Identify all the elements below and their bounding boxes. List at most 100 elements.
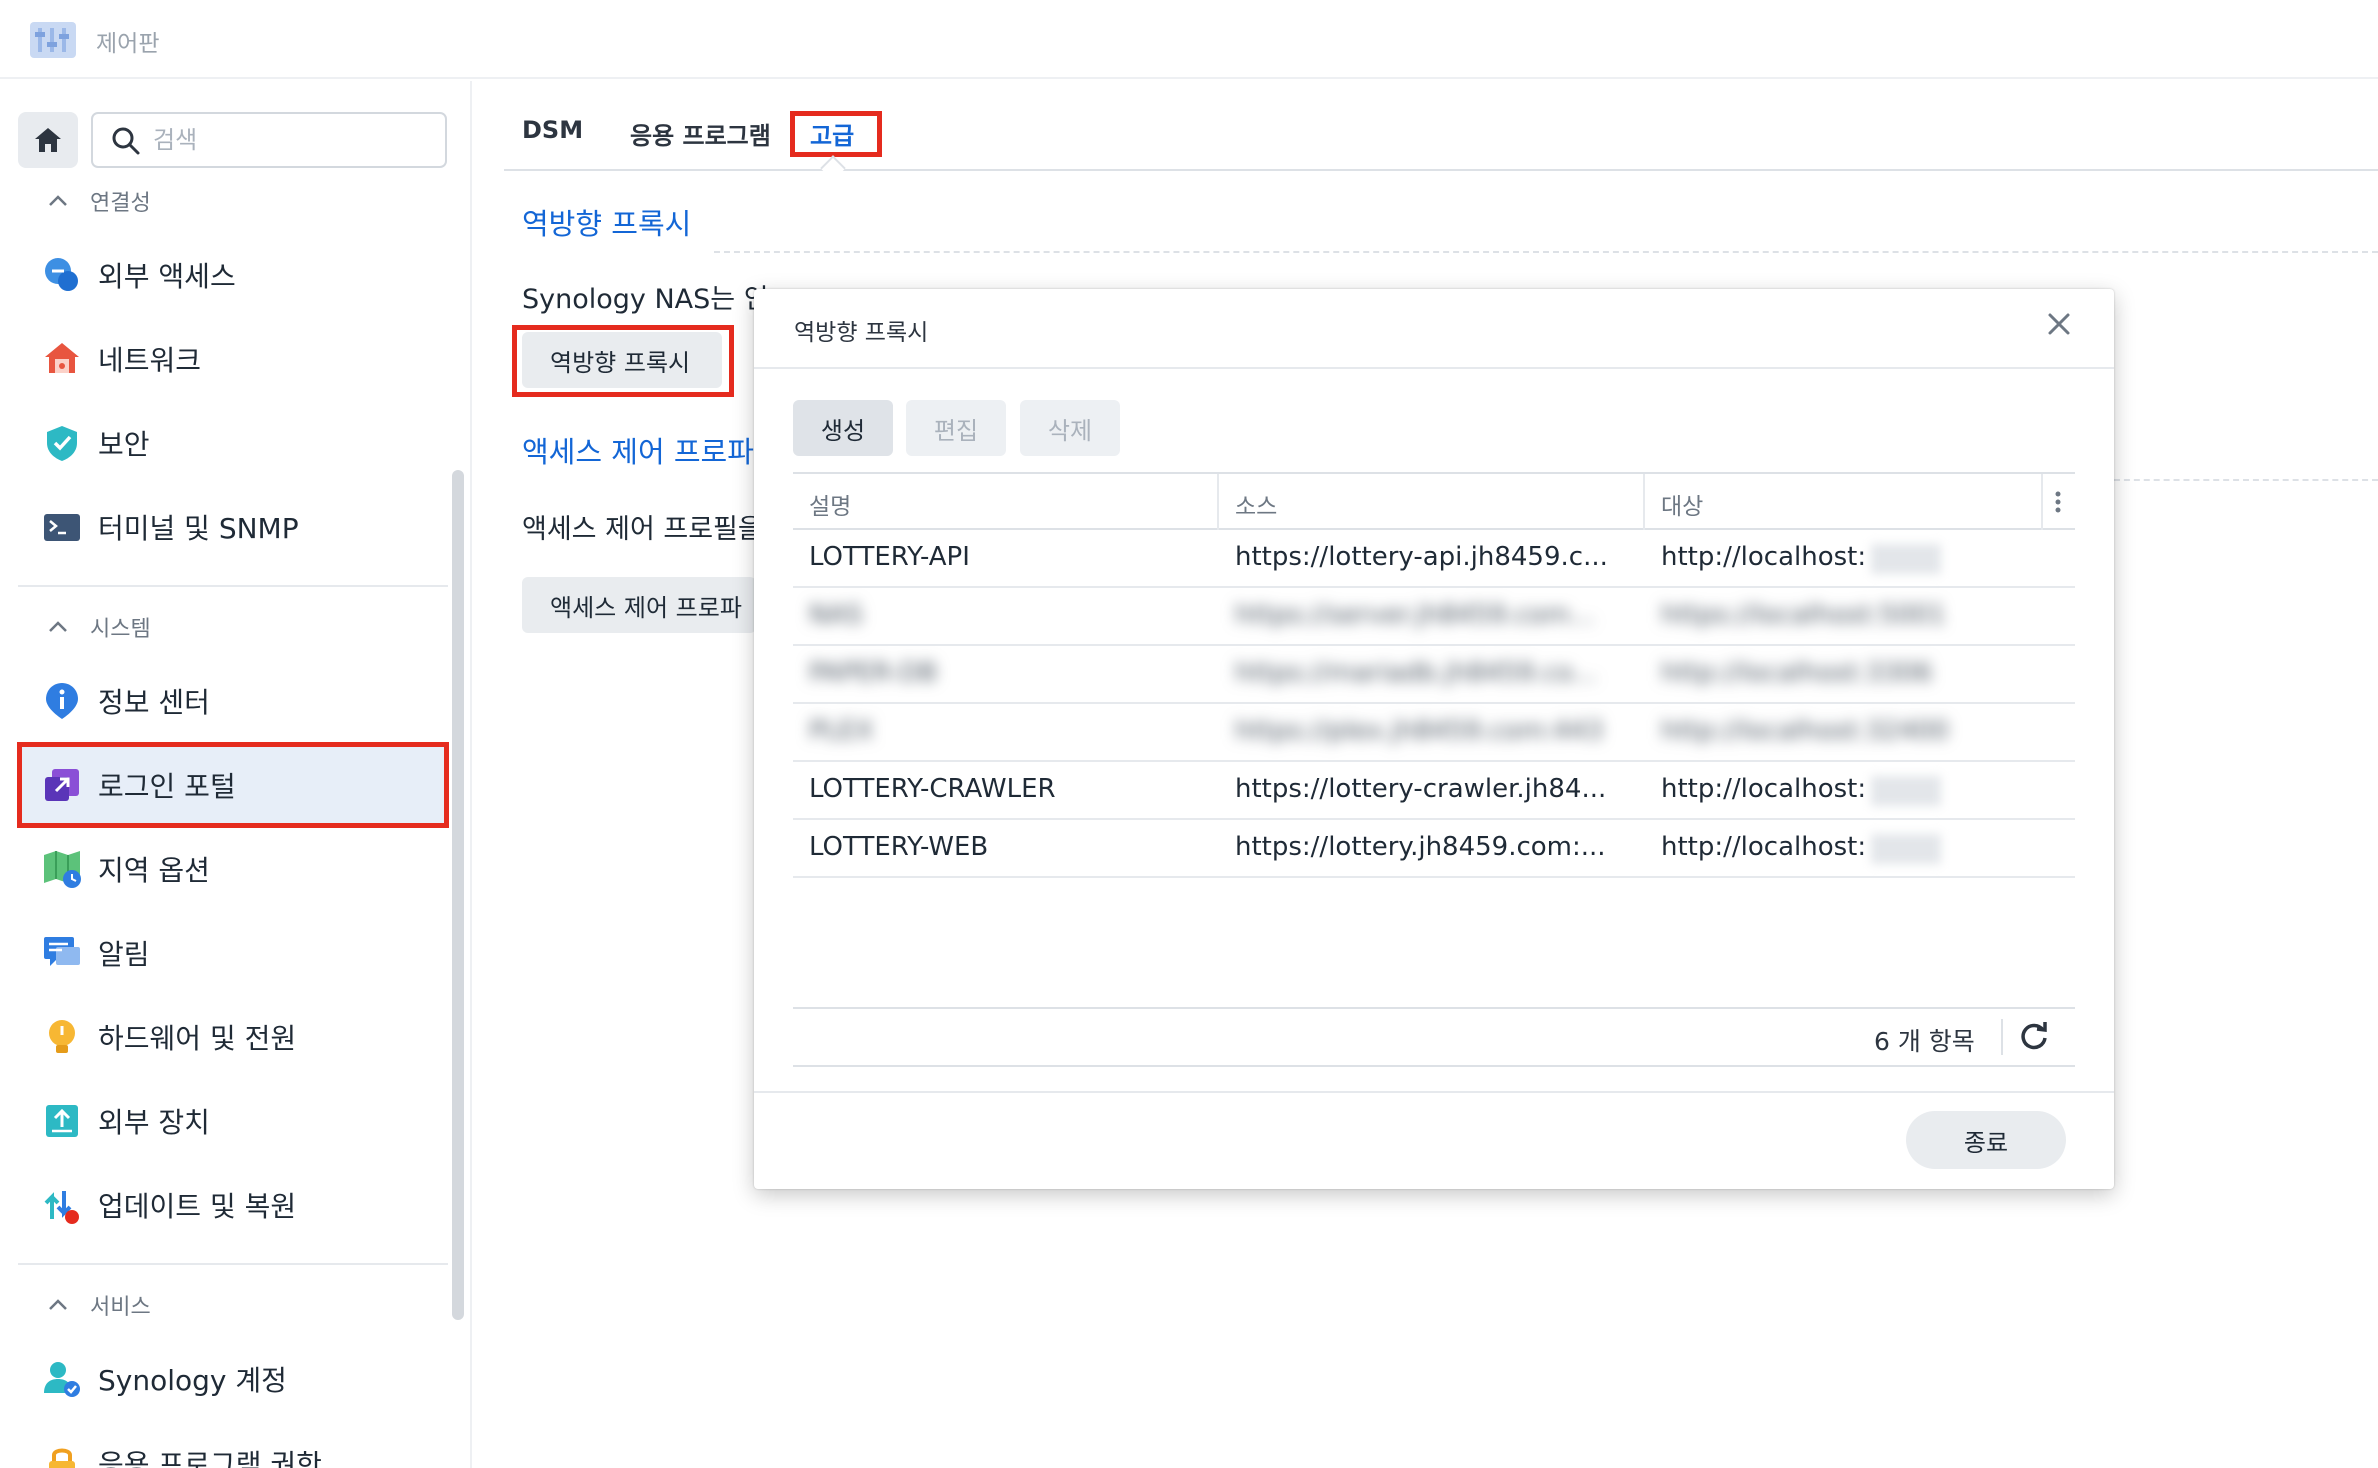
column-separator [1643, 474, 1645, 530]
sidebar-item-label: 하드웨어 및 전원 [98, 1022, 297, 1055]
section-divider [18, 1263, 448, 1265]
redacted-port [1871, 834, 1941, 864]
sidebar-item-external-devices[interactable]: 외부 장치 [20, 1081, 446, 1161]
regional-options-icon [40, 847, 84, 891]
reverse-proxy-section-title: 역방향 프록시 [522, 207, 692, 241]
sidebar-item-label: 터미널 및 SNMP [98, 512, 299, 545]
sidebar-item-security[interactable]: 보안 [20, 403, 446, 483]
tab-dsm[interactable]: DSM [522, 116, 583, 144]
access-control-section-title: 액세스 제어 프로파 [522, 435, 754, 469]
close-icon[interactable] [2044, 309, 2074, 339]
delete-button[interactable]: 삭제 [1020, 400, 1120, 456]
terminal-icon [40, 505, 84, 549]
edit-button[interactable]: 편집 [906, 400, 1006, 456]
sidebar-item-synology-account[interactable]: Synology 계정 [20, 1339, 446, 1419]
search-icon [112, 127, 140, 155]
cell-destination: http://localhost: [1661, 774, 1867, 804]
sidebar-item-hardware-power[interactable]: 하드웨어 및 전원 [20, 997, 446, 1077]
table-row[interactable]: LOTTERY-API https://lottery-api.jh8459.c… [793, 530, 2075, 588]
section-header-services[interactable]: 서비스 [48, 1287, 151, 1323]
section-header-system[interactable]: 시스템 [48, 609, 151, 645]
close-dialog-button[interactable]: 종료 [1906, 1111, 2066, 1169]
sidebar-item-regional-options[interactable]: 지역 옵션 [20, 829, 446, 909]
table-row[interactable]: PLEX https://plex.jh8459.com:443 http://… [793, 704, 2075, 762]
column-header-destination[interactable]: 대상 [1661, 487, 1703, 521]
search-input[interactable] [153, 122, 433, 158]
sidebar-item-label: 정보 센터 [98, 686, 210, 719]
column-header-description[interactable]: 설명 [809, 487, 851, 521]
info-icon [40, 679, 84, 723]
cell-source: https://server.jh8459.com... [1235, 600, 1595, 630]
access-control-profile-button[interactable]: 액세스 제어 프로파 [522, 577, 756, 633]
sidebar-item-external-access[interactable]: 외부 액세스 [20, 235, 446, 315]
network-icon [40, 337, 84, 381]
search-box[interactable] [91, 112, 447, 168]
refresh-icon[interactable] [2018, 1020, 2050, 1052]
chevron-up-icon [49, 195, 67, 206]
table-row[interactable]: NAS https://server.jh8459.com... https:/… [793, 588, 2075, 646]
cell-description: LOTTERY-WEB [809, 832, 989, 862]
reverse-proxy-dialog: 역방향 프록시 생성 편집 삭제 설명 소스 대상 LOTTERY-API ht… [754, 289, 2114, 1189]
access-control-description: 액세스 제어 프로필을 [522, 514, 763, 545]
table-header: 설명 소스 대상 [793, 472, 2075, 530]
control-panel-icon [28, 16, 78, 62]
section-divider [18, 585, 448, 587]
home-icon [35, 128, 61, 152]
dialog-header-divider [754, 367, 2114, 369]
sidebar-item-label: 응용 프로그램 권한 [98, 1448, 322, 1468]
table-row[interactable]: LOTTERY-CRAWLER https://lottery-crawler.… [793, 762, 2075, 820]
sidebar-item-label: 지역 옵션 [98, 854, 210, 887]
redacted-port [1871, 776, 1941, 806]
item-count: 6 개 항목 [1874, 1027, 1975, 1056]
column-separator [2041, 474, 2043, 530]
cell-source: https://mariadb.jh8459.co... [1235, 658, 1598, 688]
update-restore-icon [40, 1183, 84, 1227]
cell-description: PLEX [809, 716, 874, 746]
sidebar-item-terminal-snmp[interactable]: 터미널 및 SNMP [20, 487, 446, 567]
cell-destination: https://localhost:5001 [1661, 600, 1946, 630]
redacted-port [1871, 544, 1941, 574]
app-header: 제어판 [0, 0, 2378, 79]
section-header-connectivity[interactable]: 연결성 [48, 183, 151, 219]
cell-description: LOTTERY-API [809, 542, 970, 572]
cell-description: PAPER-DB [809, 658, 938, 688]
cell-destination: http://localhost: [1661, 832, 1867, 862]
tab-highlight-box [790, 111, 882, 157]
sidebar-item-label: Synology 계정 [98, 1364, 287, 1397]
table-row[interactable]: PAPER-DB https://mariadb.jh8459.co... ht… [793, 646, 2075, 704]
external-devices-icon [40, 1099, 84, 1143]
table-row[interactable]: LOTTERY-WEB https://lottery.jh8459.com:.… [793, 820, 2075, 878]
sidebar-item-app-privileges[interactable]: 응용 프로그램 권한 [20, 1423, 446, 1468]
sidebar-scrollbar[interactable] [452, 470, 464, 1320]
app-title: 제어판 [96, 31, 160, 57]
home-button[interactable] [18, 112, 78, 168]
button-highlight-box [512, 325, 734, 397]
section-divider-line [714, 251, 2378, 253]
cell-destination: http://localhost:32400 [1661, 716, 1949, 746]
sidebar-item-login-portal[interactable]: 로그인 포털 [17, 742, 449, 828]
tab-underline [504, 169, 2378, 171]
create-button[interactable]: 생성 [793, 400, 893, 456]
notification-icon [40, 931, 84, 975]
section-label: 연결성 [90, 191, 151, 216]
sidebar-item-label: 외부 장치 [98, 1106, 210, 1139]
tab-applications[interactable]: 응용 프로그램 [630, 116, 771, 151]
column-menu-icon[interactable] [2048, 488, 2068, 520]
sidebar-item-update-restore[interactable]: 업데이트 및 복원 [20, 1165, 446, 1245]
security-shield-icon [40, 421, 84, 465]
column-separator [1217, 474, 1219, 530]
sidebar: 연결성 외부 액세스 네트워크 보안 터미널 및 SNMP 시스템 정보 센터 [0, 81, 472, 1468]
chevron-up-icon [49, 1299, 67, 1310]
sidebar-item-label: 네트워크 [98, 344, 202, 377]
column-header-source[interactable]: 소스 [1235, 487, 1277, 521]
cell-destination: http://localhost:3306 [1661, 658, 1933, 688]
sidebar-item-info-center[interactable]: 정보 센터 [20, 661, 446, 741]
cell-source: https://lottery.jh8459.com:... [1235, 832, 1606, 862]
sidebar-item-label: 로그인 포털 [98, 770, 236, 803]
login-portal-icon [40, 763, 84, 807]
chevron-up-icon [49, 621, 67, 632]
sidebar-item-network[interactable]: 네트워크 [20, 319, 446, 399]
cell-description: NAS [809, 600, 863, 630]
section-divider-line [2114, 479, 2378, 481]
sidebar-item-notification[interactable]: 알림 [20, 913, 446, 993]
